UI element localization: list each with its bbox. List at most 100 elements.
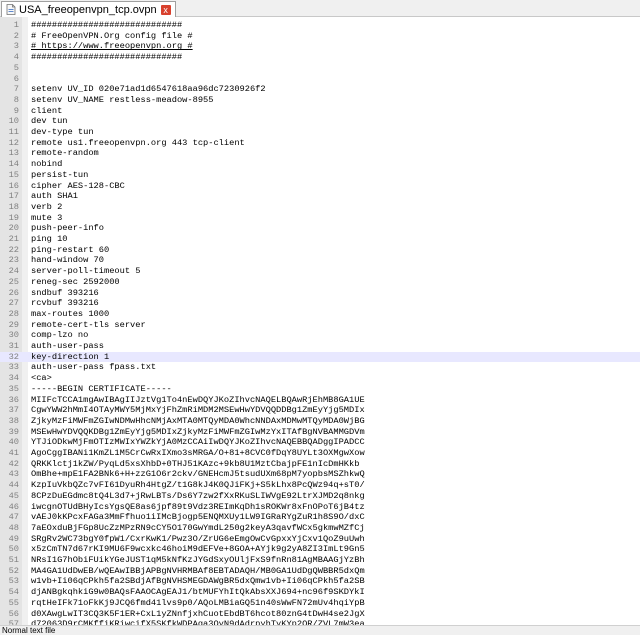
line-number: 27 bbox=[8, 298, 19, 309]
tab-file[interactable]: USA_freeopenvpn_tcp.ovpn x bbox=[1, 1, 176, 17]
code-line[interactable]: 18 verb 2 bbox=[0, 202, 640, 213]
line-text: OmBhe+mpE1FA2BNk6+H+zzG1O6r2ckv/GNEHcmJ5… bbox=[31, 469, 365, 480]
line-number: 1 bbox=[13, 20, 19, 30]
line-number: 37 bbox=[8, 405, 19, 416]
code-line[interactable]: 14 nobind bbox=[0, 159, 640, 170]
line-text: cipher AES-128-CBC bbox=[31, 180, 125, 191]
code-line[interactable]: 28 max-routes 1000 bbox=[0, 309, 640, 320]
line-text: d0XAwgLwIT3CQ3K5F1ER+CxL1yZNnfjxhCuotEbd… bbox=[31, 608, 365, 619]
line-text: dev-type tun bbox=[31, 127, 94, 137]
code-line[interactable]: 34 <ca> bbox=[0, 373, 640, 384]
line-number: 41 bbox=[8, 448, 19, 458]
line-number: 21 bbox=[8, 234, 19, 244]
line-number: 16 bbox=[8, 180, 19, 191]
code-line[interactable]: 19 mute 3 bbox=[0, 213, 640, 224]
line-text: # https://www.freeopenvpn.org # bbox=[31, 41, 193, 52]
code-line[interactable]: 6 bbox=[0, 74, 640, 85]
code-line[interactable]: 55 rqtHeIFk71oFkKj9JCQ6fmd41lvs9p0/AQoLMB… bbox=[0, 598, 640, 609]
code-line[interactable]: 29 remote-cert-tls server bbox=[0, 320, 640, 331]
code-line[interactable]: 49 SRgRv2WC73bgY0fpW1/CxrKwK1/Pwz3O/ZrUG6… bbox=[0, 534, 640, 545]
close-icon[interactable]: x bbox=[160, 4, 171, 15]
code-line[interactable]: 41 AgoCggIBANi1KmZL1M5CrCwRxIXmo3sMRGA/O+… bbox=[0, 448, 640, 459]
code-line[interactable]: 27 rcvbuf 393216 bbox=[0, 298, 640, 309]
code-line[interactable]: 32 key-direction 1 bbox=[0, 351, 640, 363]
text-editor[interactable]: 1 ############################# 2 # FreeOpe… bbox=[0, 17, 640, 625]
code-line[interactable]: 1 ############################# bbox=[0, 20, 640, 31]
code-line[interactable]: 48 7aEOxduBjFGp8UcZzMPzRN9cCY5O170GwYmdL2… bbox=[0, 523, 640, 534]
code-line[interactable]: 50 x5zCmTN7d67rKI9MU6F9wcxkc46hoiM9dEFVe+… bbox=[0, 544, 640, 555]
line-number: 45 bbox=[8, 490, 19, 501]
code-line[interactable]: 23 hand-window 70 bbox=[0, 255, 640, 266]
line-number: 26 bbox=[8, 287, 19, 298]
code-line[interactable]: 4 ############################# bbox=[0, 52, 640, 63]
code-line[interactable]: 2 # FreeOpenVPN.Org config file # bbox=[0, 31, 640, 42]
code-line[interactable]: 8 setenv UV_NAME restless-meadow-8955 bbox=[0, 95, 640, 106]
line-text: push-peer-info bbox=[31, 223, 104, 234]
line-number: 44 bbox=[8, 480, 19, 491]
line-text: ZjkyMzFiMWFmZGIwNDMwHhcNMjAxMTA0MTQyMDA0… bbox=[31, 415, 365, 426]
code-line[interactable]: 35 -----BEGIN CERTIFICATE----- bbox=[0, 384, 640, 395]
line-number: 56 bbox=[8, 608, 19, 619]
line-number: 22 bbox=[8, 244, 19, 255]
line-text: ping 10 bbox=[31, 234, 68, 244]
tab-bar: USA_freeopenvpn_tcp.ovpn x bbox=[0, 0, 640, 17]
line-text: QRKKlctj1kZW/PyqLd5xsXhbD+0THJ51KAzc+9kb… bbox=[31, 458, 360, 469]
code-line[interactable]: 12 remote us1.freeopenvpn.org 443 tcp-cli… bbox=[0, 138, 640, 149]
code-line[interactable]: 24 server-poll-timeout 5 bbox=[0, 266, 640, 277]
code-line[interactable]: 21 ping 10 bbox=[0, 234, 640, 245]
code-line[interactable]: 39 MSEwHwYDVQQKDBg1ZmEyYjg5MDIxZjkyMzFiMW… bbox=[0, 427, 640, 438]
code-line[interactable]: 54 djANBgkqhkiG9w0BAQsFAAOCAgEAJ1/btMUFYh… bbox=[0, 587, 640, 598]
code-line[interactable]: 20 push-peer-info bbox=[0, 223, 640, 234]
code-line[interactable]: 5 bbox=[0, 63, 640, 74]
code-line[interactable]: 9 client bbox=[0, 106, 640, 117]
code-line[interactable]: 26 sndbuf 393216 bbox=[0, 288, 640, 299]
code-line[interactable]: 56 d0XAwgLwIT3CQ3K5F1ER+CxL1yZNnfjxhCuotE… bbox=[0, 609, 640, 620]
line-number: 12 bbox=[8, 137, 19, 148]
line-number: 13 bbox=[8, 148, 19, 159]
line-text: ping-restart 60 bbox=[31, 244, 110, 255]
code-line[interactable]: 36 MIIFcTCCA1mgAwIBAgIIJztVg1To4nEwDQYJKo… bbox=[0, 395, 640, 406]
line-number: 46 bbox=[8, 501, 19, 512]
line-number: 7 bbox=[13, 84, 19, 95]
line-number: 11 bbox=[8, 127, 19, 137]
code-line[interactable]: 30 comp-lzo no bbox=[0, 330, 640, 341]
code-line[interactable]: 15 persist-tun bbox=[0, 170, 640, 181]
code-line[interactable]: 25 reneg-sec 2592000 bbox=[0, 277, 640, 288]
code-line[interactable]: 7 setenv UV_ID 020e71ad1d6547618aa96dc723… bbox=[0, 84, 640, 95]
code-line[interactable]: 42 QRKKlctj1kZW/PyqLd5xsXhbD+0THJ51KAzc+9… bbox=[0, 459, 640, 470]
code-line[interactable]: 43 OmBhe+mpE1FA2BNk6+H+zzG1O6r2ckv/GNEHcm… bbox=[0, 469, 640, 480]
code-line[interactable]: 31 auth-user-pass bbox=[0, 341, 640, 352]
code-line[interactable]: 33 auth-user-pass fpass.txt bbox=[0, 362, 640, 373]
code-line[interactable]: 17 auth SHA1 bbox=[0, 191, 640, 202]
code-line[interactable]: 47 vAEJ0kKPcxFAGa3MmFfhuo1iIMcBjogp5ENQMX… bbox=[0, 512, 640, 523]
line-text: client bbox=[31, 105, 63, 116]
line-text: nobind bbox=[31, 159, 63, 170]
code-line[interactable]: 38 ZjkyMzFiMWFmZGIwNDMwHhcNMjAxMTA0MTQyMD… bbox=[0, 416, 640, 427]
line-number: 14 bbox=[8, 159, 19, 170]
code-line[interactable]: 22 ping-restart 60 bbox=[0, 245, 640, 256]
line-text: rqtHeIFk71oFkKj9JCQ6fmd41lvs9p0/AQoLMBia… bbox=[31, 597, 365, 608]
code-line[interactable]: 40 YTJiODkwMjFmOTIzMWIxYWZkYjA0MzCCAiIwDQ… bbox=[0, 437, 640, 448]
code-line[interactable]: 46 iwcgnOTUdBHyIcsYgsQE8as6jpf89t9Vdz3REI… bbox=[0, 502, 640, 513]
line-text: sndbuf 393216 bbox=[31, 287, 99, 298]
code-line[interactable]: 16 cipher AES-128-CBC bbox=[0, 181, 640, 192]
line-text: persist-tun bbox=[31, 169, 89, 180]
code-line[interactable]: 44 KzpIuVkbQZc7vFI61DyuRh4HtgZ/t1G8kJ4K0Q… bbox=[0, 480, 640, 491]
code-line[interactable]: 51 NRsI1G7hObiFUikYGeJUST1qM5kNfKzJYGdSxy… bbox=[0, 555, 640, 566]
line-number: 9 bbox=[13, 105, 19, 116]
line-text: remote us1.freeopenvpn.org 443 tcp-clien… bbox=[31, 137, 245, 148]
code-line[interactable]: 45 8CPzDuEGdmc8tQ4L3d7+jRwLBTs/Ds6Y7zw2fX… bbox=[0, 491, 640, 502]
code-line[interactable]: 10 dev tun bbox=[0, 116, 640, 127]
code-line[interactable]: 13 remote-random bbox=[0, 148, 640, 159]
code-line[interactable]: 37 CgwYWW2hMmI4OTAyMWY5MjMxYjFhZmRiMDM2MS… bbox=[0, 405, 640, 416]
line-text: key-direction 1 bbox=[31, 351, 110, 362]
tab-title: USA_freeopenvpn_tcp.ovpn bbox=[19, 3, 157, 16]
code-line[interactable]: 52 MA4GA1UdDwEB/wQEAwIBBjAPBgNVHRMBAf8EBT… bbox=[0, 566, 640, 577]
line-number: 2 bbox=[13, 30, 19, 41]
line-number: 25 bbox=[8, 276, 19, 287]
code-line[interactable]: 3 # https://www.freeopenvpn.org # bbox=[0, 41, 640, 52]
line-text: ############################# bbox=[31, 52, 183, 63]
code-line[interactable]: 11 dev-type tun bbox=[0, 127, 640, 138]
line-number: 20 bbox=[8, 223, 19, 234]
code-line[interactable]: 53 w1vb+Ii06qCPkh5fa2SBdjAfBgNVHSMEGDAWgB… bbox=[0, 576, 640, 587]
